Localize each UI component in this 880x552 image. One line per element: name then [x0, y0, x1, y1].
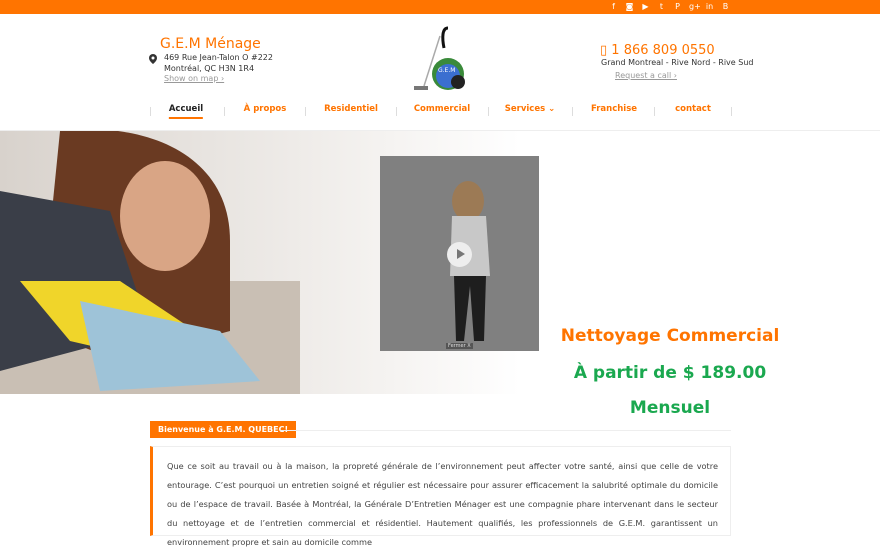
map-pin-icon [149, 54, 157, 64]
phone-number[interactable]: ▯ 1 866 809 0550 [600, 43, 715, 58]
play-icon[interactable] [447, 242, 472, 267]
nav-divider [224, 107, 225, 116]
nav-franchise[interactable]: Franchise [591, 104, 637, 114]
nav-divider [150, 107, 151, 116]
facebook-icon[interactable]: f [609, 1, 618, 13]
brand-name[interactable]: G.E.M Ménage [160, 36, 261, 52]
nav-accueil[interactable]: Accueil [168, 104, 204, 119]
hero-period: Mensuel [629, 398, 711, 418]
video-player[interactable]: Fermer X [380, 156, 539, 351]
nav-residentiel[interactable]: Residentiel [324, 104, 378, 114]
address-line-2: Montréal, QC H3N 1R4 [164, 64, 255, 73]
nav-divider [305, 107, 306, 116]
top-bar: f ◙ ▶ t P g+ in B [0, 0, 880, 14]
twitter-icon[interactable]: t [657, 1, 666, 13]
close-video-button[interactable]: Fermer X [446, 343, 473, 349]
nav-contact[interactable]: contact [675, 104, 711, 114]
nav-a-propos[interactable]: À propos [244, 104, 287, 114]
linkedin-icon[interactable]: in [705, 1, 714, 13]
nav-divider [654, 107, 655, 116]
youtube-icon[interactable]: ▶ [641, 1, 650, 13]
nav-services[interactable]: Services ⌄ [505, 104, 555, 114]
phone-text: 1 866 809 0550 [611, 43, 715, 58]
google-plus-icon[interactable]: g+ [689, 1, 701, 13]
instagram-icon[interactable]: ◙ [625, 1, 634, 13]
hero-slider: Fermer X Nettoyage Commercial À partir d… [0, 129, 880, 418]
welcome-text-box: Que ce soit au travail ou à la maison, l… [150, 446, 731, 547]
social-links: f ◙ ▶ t P g+ in B [609, 1, 730, 13]
blogger-icon[interactable]: B [721, 1, 730, 13]
show-on-map-link[interactable]: Show on map › [164, 74, 224, 83]
nav-divider [488, 107, 489, 116]
service-area: Grand Montreal - Rive Nord - Rive Sud [601, 58, 754, 67]
heading-rule [280, 430, 731, 431]
logo-text: G.E.M [438, 67, 455, 74]
address-line-1: 469 Rue Jean-Talon O #222 [164, 53, 273, 62]
hero-price: À partir de $ 189.00 [573, 363, 767, 383]
welcome-heading: Bienvenue à G.E.M. QUEBEC! [150, 421, 297, 438]
main-nav: Accueil À propos Residentiel Commercial … [150, 104, 732, 122]
address: 469 Rue Jean-Talon O #222 Montréal, QC H3… [164, 52, 273, 74]
nav-divider [572, 107, 573, 116]
vacuum-logo[interactable]: G.E.M [410, 26, 470, 96]
nav-commercial[interactable]: Commercial [414, 104, 470, 114]
nav-divider [396, 107, 397, 116]
request-call-link[interactable]: Request a call › [615, 71, 677, 80]
welcome-paragraph: Que ce soit au travail ou à la maison, l… [167, 461, 718, 547]
pinterest-icon[interactable]: P [673, 1, 682, 13]
hero-title: Nettoyage Commercial [560, 326, 780, 346]
nav-divider [731, 107, 732, 116]
